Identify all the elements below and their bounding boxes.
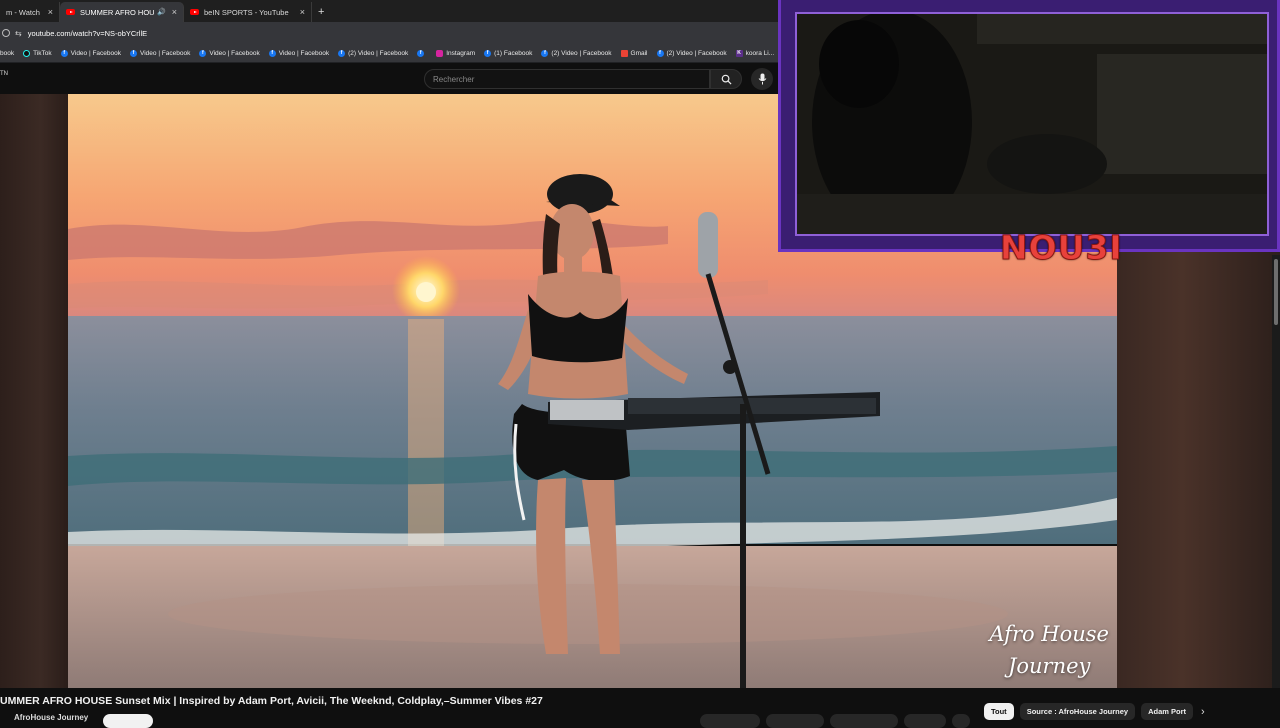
bookmark-label: (2) Video | Facebook <box>551 49 612 57</box>
facebook-icon: f <box>656 49 664 57</box>
more-actions-button[interactable] <box>952 714 970 728</box>
facebook-icon: f <box>130 49 138 57</box>
bookmark-item[interactable]: book <box>0 50 14 57</box>
close-tab-icon[interactable]: × <box>48 7 53 17</box>
youtube-favicon-icon <box>190 9 199 15</box>
bookmark-item[interactable]: f <box>417 49 427 57</box>
bookmark-label: koora Li... <box>745 49 775 57</box>
bookmark-item[interactable]: f (2) Video | Facebook <box>541 49 612 57</box>
bookmark-item[interactable]: f (1) Facebook <box>484 49 533 57</box>
bookmark-item[interactable]: f Video | Facebook <box>199 49 260 57</box>
chevron-right-icon[interactable]: › <box>1201 706 1205 718</box>
facebook-icon: f <box>60 49 68 57</box>
bookmark-item[interactable]: f Video | Facebook <box>60 49 122 57</box>
webcam-overlay <box>778 0 1280 252</box>
watermark-line-2: Journey <box>1007 653 1091 678</box>
tab-title: beIN SPORTS - YouTube <box>204 7 289 17</box>
tab-watch-live[interactable]: m - Watch Li... × <box>0 2 60 22</box>
channel-name[interactable]: AfroHouse Journey <box>14 713 88 722</box>
page-scrollbar[interactable] <box>1272 255 1280 688</box>
bookmarks-bar: book TikTok f Video | Facebook f Video | Face… <box>0 44 780 63</box>
facebook-icon: f <box>268 49 276 57</box>
bookmark-label: (2) Video | Facebook <box>666 49 727 57</box>
bookmark-label: Instagram <box>446 49 476 57</box>
search-input[interactable] <box>433 74 709 84</box>
search-icon <box>721 74 732 85</box>
share-button[interactable] <box>766 714 824 728</box>
speaker-icon[interactable]: 🔊 <box>157 8 166 16</box>
bookmark-item[interactable]: Kkoora Li... <box>735 49 775 57</box>
bookmark-item[interactable]: TikTok <box>23 49 52 57</box>
bookmark-item[interactable]: f Video | Facebook <box>268 49 330 57</box>
bookmark-label: Gmail <box>630 49 648 57</box>
chip-source-channel[interactable]: Source : AfroHouse Journey <box>1019 703 1136 720</box>
search-button[interactable] <box>710 69 742 89</box>
youtube-favicon-icon <box>66 9 75 15</box>
address-bar: ⇆ youtube.com/watch?v=NS-obYCrllE <box>0 22 780 44</box>
facebook-icon: f <box>484 49 492 57</box>
streamer-nickname: NOU3I <box>1000 228 1123 268</box>
download-button[interactable] <box>830 714 898 728</box>
bookmark-label: TikTok <box>33 49 52 57</box>
related-chips: Tout Source : AfroHouse Journey Adam Por… <box>984 703 1205 720</box>
close-tab-icon[interactable]: × <box>300 7 305 17</box>
video-title: UMMER AFRO HOUSE Sunset Mix | Inspired b… <box>0 695 543 707</box>
youtube-logo[interactable]: TN <box>0 71 8 77</box>
bookmark-label: Video | Facebook <box>278 49 330 57</box>
facebook-icon: f <box>417 49 425 57</box>
tab-bein-sports[interactable]: beIN SPORTS - YouTube × <box>184 2 312 22</box>
gmail-icon <box>620 49 628 57</box>
instagram-icon <box>436 49 444 57</box>
facebook-icon: f <box>541 49 549 57</box>
channel-watermark: Afro House Journey <box>989 619 1109 682</box>
bookmark-item[interactable]: Gmail <box>620 49 648 57</box>
video-side-panel-left <box>0 94 68 688</box>
bookmark-label: (2) Video | Facebook <box>348 49 409 57</box>
new-tab-button[interactable]: + <box>312 2 330 22</box>
bookmark-label: Video | Facebook <box>140 49 191 57</box>
clip-button[interactable] <box>904 714 946 728</box>
bookmark-label: book <box>0 49 15 57</box>
url-field[interactable]: youtube.com/watch?v=NS-obYCrllE <box>28 29 147 38</box>
facebook-icon: f <box>199 49 207 57</box>
watermark-line-1: Afro House <box>989 622 1109 646</box>
tab-summer-afro-house[interactable]: SUMMER AFRO HOUSE Su... 🔊 × <box>60 2 184 22</box>
microphone-icon <box>758 73 766 85</box>
bookmark-item[interactable]: f (2) Video | Facebook <box>338 49 409 57</box>
chip-adam-port[interactable]: Adam Port <box>1141 703 1194 720</box>
like-button[interactable] <box>700 714 760 728</box>
close-tab-icon[interactable]: × <box>172 7 177 17</box>
chip-all[interactable]: Tout <box>984 703 1014 720</box>
tab-title: m - Watch Li... <box>6 7 42 17</box>
browser-tab-strip: m - Watch Li... × SUMMER AFRO HOUSE Su..… <box>0 0 780 22</box>
site-info-icon[interactable]: ⇆ <box>15 29 22 38</box>
bookmark-item[interactable]: f (2) Video | Facebook <box>656 49 727 57</box>
bookmark-label: Video | Facebook <box>209 49 260 57</box>
tab-title: SUMMER AFRO HOUSE Su... <box>80 7 154 17</box>
search-box[interactable] <box>424 69 710 89</box>
bookmark-label: (1) Facebook <box>494 49 533 57</box>
tiktok-icon <box>23 49 31 57</box>
webcam-image <box>797 14 1267 234</box>
webcam-feed <box>795 12 1269 236</box>
koora-icon: K <box>735 49 743 57</box>
voice-search-button[interactable] <box>751 68 773 90</box>
subscribe-button[interactable] <box>103 714 153 728</box>
bookmark-item[interactable]: Instagram <box>436 49 476 57</box>
scrollbar-thumb[interactable] <box>1274 259 1278 325</box>
bookmark-item[interactable]: f Video | Facebook <box>130 49 191 57</box>
bookmark-label: Video | Facebook <box>70 49 122 57</box>
reload-icon[interactable] <box>2 29 10 37</box>
facebook-icon: f <box>338 49 346 57</box>
